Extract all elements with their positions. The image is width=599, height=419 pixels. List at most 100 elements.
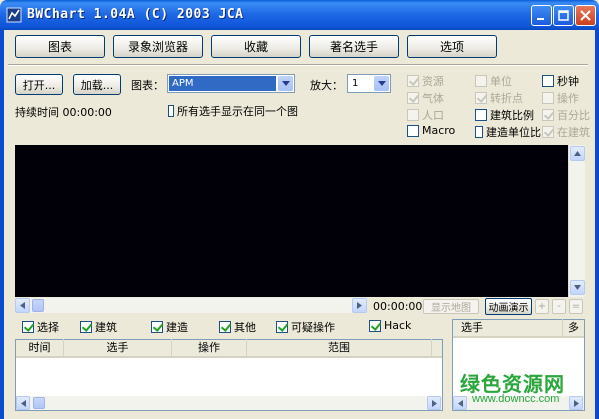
option-label: 人口 <box>422 109 444 122</box>
column-header-player[interactable]: 选手 <box>64 339 172 357</box>
scroll-right-icon[interactable] <box>427 396 441 410</box>
same-chart-checkbox[interactable] <box>168 105 174 117</box>
filter-train[interactable]: 建造 <box>151 319 188 335</box>
show-map-button[interactable]: 显示地图 <box>423 299 479 314</box>
option-macro-checkbox[interactable] <box>407 124 419 137</box>
chevron-down-icon[interactable] <box>374 76 389 91</box>
option-actions-checkbox[interactable] <box>542 92 554 104</box>
zoom-select-value: 1 <box>352 78 359 89</box>
filter-suspicious-checkbox[interactable] <box>276 321 288 333</box>
chart-label: 图表： <box>131 79 164 92</box>
famous-players-button[interactable]: 著名选手 <box>309 35 399 58</box>
option-hotpoints[interactable]: 转折点 <box>475 90 523 106</box>
animate-button[interactable]: 动画演示 <box>485 298 532 315</box>
filter-select[interactable]: 选择 <box>22 319 59 335</box>
equal-button[interactable]: = <box>569 299 583 314</box>
event-list-hscrollbar[interactable] <box>16 396 442 410</box>
scroll-right-icon[interactable] <box>352 298 367 313</box>
option-actions[interactable]: 操作 <box>542 90 579 106</box>
column-header-player[interactable]: 选手 <box>453 319 563 337</box>
scroll-down-icon[interactable] <box>570 280 585 295</box>
option-population-checkbox[interactable] <box>407 109 419 121</box>
window-title: BWChart 1.04A (C) 2003 JCA <box>27 7 244 22</box>
option-macro[interactable]: Macro <box>407 124 455 137</box>
option-unit-ratio-checkbox[interactable] <box>475 126 483 138</box>
option-building-ratio-checkbox[interactable] <box>475 109 487 121</box>
option-unit-ratio[interactable]: 建造单位比 <box>475 124 541 140</box>
replay-browser-button[interactable]: 录象浏览器 <box>113 35 203 58</box>
favorites-button[interactable]: 收藏 <box>211 35 301 58</box>
toolbar-divider <box>8 64 588 66</box>
option-label: 单位 <box>490 75 512 88</box>
option-gas-checkbox[interactable] <box>407 92 419 104</box>
column-header-more[interactable]: 多 <box>563 319 584 337</box>
chart-canvas[interactable] <box>15 145 568 297</box>
option-constructing[interactable]: 在建筑 <box>542 124 592 140</box>
option-population[interactable]: 人口 <box>407 107 444 123</box>
horizontal-scrollbar[interactable] <box>15 298 367 313</box>
open-button[interactable]: 打开... <box>15 74 63 95</box>
option-label: 秒钟 <box>557 75 579 88</box>
option-label: 转折点 <box>490 92 523 105</box>
option-resources[interactable]: 资源 <box>407 73 444 89</box>
option-percent-checkbox[interactable] <box>542 109 554 121</box>
filter-label: 选择 <box>37 321 59 334</box>
scroll-left-icon[interactable] <box>453 396 467 410</box>
minimize-button[interactable] <box>531 5 552 26</box>
maximize-button[interactable] <box>553 5 574 26</box>
option-units-checkbox[interactable] <box>475 75 487 87</box>
filter-build-checkbox[interactable] <box>80 321 92 333</box>
option-label: 建造单位比 <box>486 126 541 139</box>
options-button[interactable]: 选项 <box>407 35 497 58</box>
close-button[interactable] <box>575 5 596 26</box>
filter-label: 其他 <box>234 321 256 334</box>
option-units[interactable]: 单位 <box>475 73 512 89</box>
zoom-label: 放大： <box>310 79 343 92</box>
option-label: 操作 <box>557 92 579 105</box>
option-resources-checkbox[interactable] <box>407 75 419 87</box>
plus-button[interactable]: + <box>535 299 549 314</box>
option-gas[interactable]: 气体 <box>407 90 444 106</box>
filter-select-checkbox[interactable] <box>22 321 34 333</box>
scroll-left-icon[interactable] <box>16 396 30 410</box>
filter-hack-checkbox[interactable] <box>369 319 381 332</box>
filter-other-checkbox[interactable] <box>219 321 231 333</box>
window-frame-right <box>595 30 599 419</box>
scroll-up-icon[interactable] <box>570 146 585 161</box>
scroll-left-icon[interactable] <box>15 298 30 313</box>
filter-suspicious[interactable]: 可疑操作 <box>276 319 335 335</box>
option-seconds[interactable]: 秒钟 <box>542 73 579 89</box>
scrollbar-thumb[interactable] <box>33 397 45 409</box>
filter-other[interactable]: 其他 <box>219 319 256 335</box>
vertical-scrollbar[interactable] <box>568 145 585 297</box>
option-seconds-checkbox[interactable] <box>542 75 554 87</box>
chevron-down-icon[interactable] <box>278 76 293 91</box>
option-constructing-checkbox[interactable] <box>542 126 554 138</box>
zoom-select[interactable]: 1 <box>347 74 391 93</box>
option-label: 百分比 <box>557 109 590 122</box>
column-header-time[interactable]: 时间 <box>16 339 64 357</box>
option-percent[interactable]: 百分比 <box>542 107 592 123</box>
filter-hack[interactable]: Hack <box>369 319 411 332</box>
column-header-range[interactable]: 范围 <box>247 339 432 357</box>
column-header-action[interactable]: 操作 <box>172 339 247 357</box>
filter-train-checkbox[interactable] <box>151 321 163 333</box>
scroll-right-icon[interactable] <box>569 396 583 410</box>
filter-label: 可疑操作 <box>291 321 335 334</box>
chart-tab-button[interactable]: 图表 <box>15 35 105 58</box>
minus-button[interactable]: - <box>552 299 566 314</box>
filter-build[interactable]: 建筑 <box>80 319 117 335</box>
same-chart-label: 所有选手显示在同一个图 <box>177 105 298 118</box>
filter-label: 建造 <box>166 321 188 334</box>
playback-time: 00:00:00 <box>373 300 423 313</box>
option-hotpoints-checkbox[interactable] <box>475 92 487 104</box>
player-list-header: 选手 多 <box>453 319 584 338</box>
load-button[interactable]: 加载... <box>73 74 121 95</box>
same-chart-option[interactable]: 所有选手显示在同一个图 <box>168 103 298 119</box>
scrollbar-thumb[interactable] <box>32 299 44 312</box>
option-label: 资源 <box>422 75 444 88</box>
chart-select-value: APM <box>169 76 276 91</box>
chart-select[interactable]: APM <box>167 74 295 93</box>
app-icon <box>6 7 22 23</box>
option-building-ratio[interactable]: 建筑比例 <box>475 107 534 123</box>
